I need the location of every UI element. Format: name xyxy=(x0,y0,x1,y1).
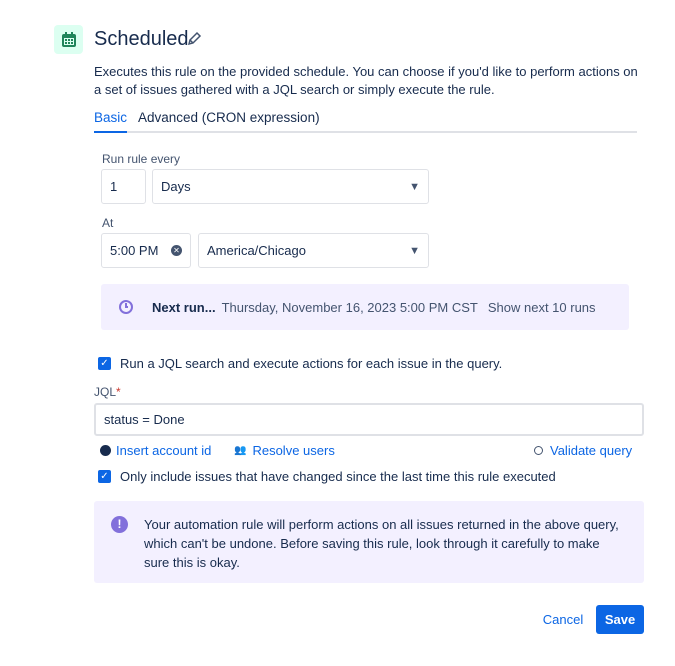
calendar-icon xyxy=(54,25,83,54)
at-label: At xyxy=(102,216,114,230)
edit-pencil-icon[interactable] xyxy=(186,31,202,50)
only-changed-checkbox[interactable]: ✓ xyxy=(98,470,111,483)
cancel-button[interactable]: Cancel xyxy=(538,605,588,634)
user-icon xyxy=(100,445,111,456)
validate-query-text: Validate query xyxy=(550,443,633,458)
clock-icon xyxy=(119,300,133,314)
tab-bar: Basic Advanced (CRON expression) xyxy=(94,110,637,133)
interval-value: 1 xyxy=(110,179,118,194)
interval-unit-select[interactable]: Days ▼ xyxy=(152,169,429,204)
jql-label: JQL xyxy=(94,385,117,399)
next-run-value: Thursday, November 16, 2023 5:00 PM CST xyxy=(221,299,478,315)
users-icon: 👥 xyxy=(234,445,247,456)
clear-icon[interactable]: ✕ xyxy=(171,245,182,256)
next-run-banner: Next run... Thursday, November 16, 2023 … xyxy=(101,284,629,330)
interval-unit-value: Days xyxy=(161,179,191,194)
time-picker[interactable]: 5:00 PM ✕ xyxy=(101,233,191,268)
info-icon: ! xyxy=(111,516,128,533)
jql-input[interactable]: status = Done xyxy=(94,403,644,436)
trigger-description: Executes this rule on the provided sched… xyxy=(94,64,638,97)
trigger-title: Scheduled xyxy=(94,28,189,50)
resolve-users-link[interactable]: 👥 Resolve users xyxy=(234,443,335,458)
jql-value: status = Done xyxy=(104,412,185,427)
time-value: 5:00 PM xyxy=(110,243,159,258)
tab-basic[interactable]: Basic xyxy=(94,110,128,133)
resolve-users-text: Resolve users xyxy=(252,443,335,458)
timezone-select[interactable]: America/Chicago ▼ xyxy=(198,233,429,268)
required-marker: * xyxy=(116,385,121,399)
show-next-runs-link[interactable]: Show next 10 runs xyxy=(488,300,596,315)
chevron-down-icon: ▼ xyxy=(409,244,420,257)
timezone-value: America/Chicago xyxy=(207,243,306,258)
insert-account-id-link[interactable]: Insert account id xyxy=(100,443,211,458)
run-every-label: Run rule every xyxy=(102,152,181,166)
search-icon xyxy=(534,446,543,455)
jql-checkbox[interactable]: ✓ xyxy=(98,357,111,370)
save-button[interactable]: Save xyxy=(596,605,644,634)
chevron-down-icon: ▼ xyxy=(409,180,420,193)
insert-account-id-text: Insert account id xyxy=(116,443,212,458)
validate-query-link[interactable]: Validate query xyxy=(534,443,632,458)
warning-banner: ! Your automation rule will perform acti… xyxy=(94,501,644,583)
jql-checkbox-label: Run a JQL search and execute actions for… xyxy=(120,356,503,371)
next-run-label: Next run... xyxy=(152,299,216,315)
interval-input[interactable]: 1 xyxy=(101,169,146,204)
warning-text: Your automation rule will perform action… xyxy=(144,517,619,570)
tab-advanced-cron[interactable]: Advanced (CRON expression) xyxy=(138,110,320,125)
only-changed-label: Only include issues that have changed si… xyxy=(120,469,556,484)
